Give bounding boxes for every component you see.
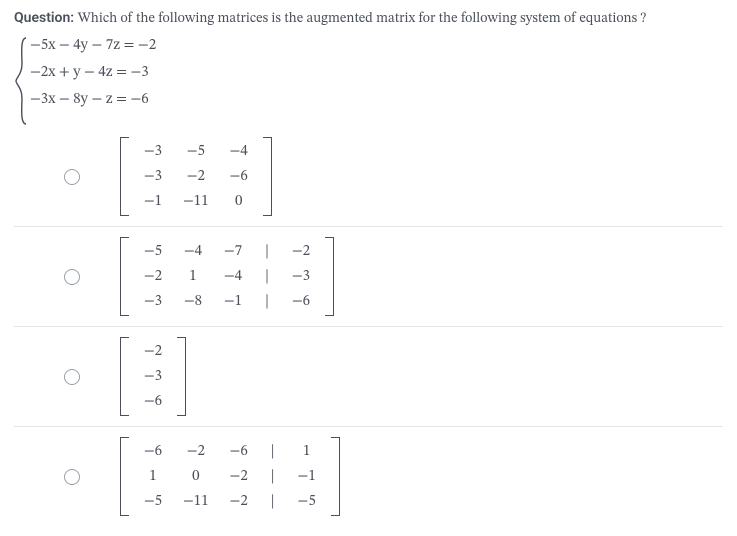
question-line: Question: Which of the following matrice…: [14, 10, 723, 28]
option-a[interactable]: −3−5−4 −3−2−6 −1−110: [14, 127, 723, 227]
matrix-a: −3−5−4 −3−2−6 −1−110: [120, 137, 272, 216]
option-b[interactable]: −5−4−7|−2 −21−4|−3 −3−8−1|−6: [14, 227, 723, 327]
equation-3: −3x − 8y − z = −6: [30, 90, 723, 109]
equation-2: −2x + y − 4z = −3: [30, 63, 723, 82]
matrix-d: −6−2−6|1 10−2|−1 −5−11−2|−5: [120, 437, 340, 516]
left-brace-icon: [14, 36, 28, 126]
radio-icon[interactable]: [64, 269, 80, 285]
radio-icon[interactable]: [64, 469, 80, 485]
equation-system: −5x − 4y − 7z = −2 −2x + y − 4z = −3 −3x…: [14, 36, 723, 109]
question-label: Question:: [14, 10, 74, 26]
equation-1: −5x − 4y − 7z = −2: [30, 36, 723, 55]
radio-icon[interactable]: [64, 369, 80, 385]
question-text: Which of the following matrices is the a…: [78, 12, 647, 26]
matrix-c: −2 −3 −6: [120, 337, 186, 416]
radio-icon[interactable]: [64, 169, 80, 185]
options-list: −3−5−4 −3−2−6 −1−110 −5−4−7|−2 −21−4|−3 …: [14, 127, 723, 526]
matrix-b: −5−4−7|−2 −21−4|−3 −3−8−1|−6: [120, 237, 334, 316]
option-d[interactable]: −6−2−6|1 10−2|−1 −5−11−2|−5: [14, 427, 723, 526]
option-c[interactable]: −2 −3 −6: [14, 327, 723, 427]
